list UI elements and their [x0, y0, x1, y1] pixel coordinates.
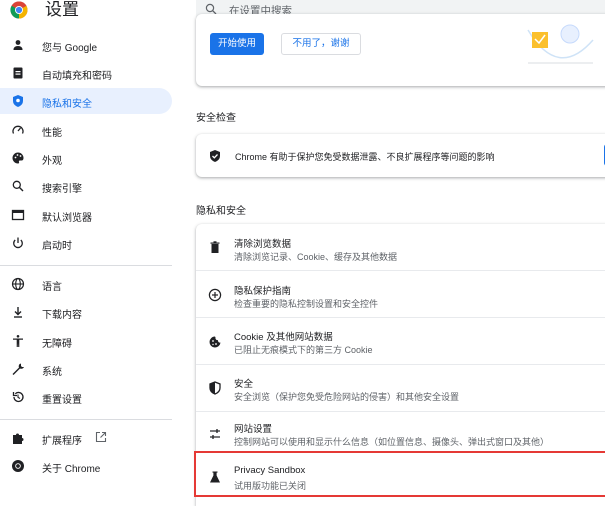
- download-icon: [14, 307, 22, 318]
- start-button[interactable]: 开始使用: [210, 33, 264, 55]
- safety-check-title: 安全检查: [196, 113, 236, 124]
- sidebar-item-label: 您与 Google: [42, 43, 98, 54]
- row-subtitle: 安全浏览（保护您免受危险网站的侵害）和其他安全设置: [234, 392, 460, 402]
- sidebar-divider: [0, 265, 172, 266]
- sidebar-item-downloads[interactable]: 下载内容: [0, 299, 172, 325]
- sidebar-item-accessibility[interactable]: 无障碍: [0, 328, 172, 354]
- reset-icon: [12, 391, 24, 403]
- sidebar-item-search-engine[interactable]: 搜索引擎: [0, 173, 172, 199]
- sidebar-item-languages[interactable]: 语言: [0, 271, 172, 297]
- page-title: 设置: [45, 0, 79, 19]
- sidebar-item-on-startup[interactable]: 启动时: [0, 230, 172, 256]
- search-icon: [12, 180, 24, 192]
- compass-plus-icon: [208, 288, 222, 302]
- sidebar-item-label: 无障碍: [42, 339, 72, 350]
- person-icon: [13, 40, 23, 50]
- row-title: 清除浏览数据: [234, 239, 292, 250]
- decline-button[interactable]: 不用了，谢谢: [281, 33, 361, 55]
- puzzle-icon: [13, 433, 24, 444]
- sliders-icon: [210, 429, 220, 439]
- speedometer-icon: [12, 125, 24, 134]
- sidebar-divider: [0, 419, 172, 420]
- safety-check-text: Chrome 有助于保护您免受数据泄露、不良扩展程序等问题的影响: [235, 152, 495, 162]
- cookies-row[interactable]: Cookie 及其他网站数据 已阻止无痕模式下的第三方 Cookie: [196, 318, 605, 364]
- sidebar-item-label: 隐私和安全: [42, 99, 92, 110]
- power-icon: [13, 237, 23, 249]
- sidebar-item-label: 下载内容: [42, 310, 82, 321]
- sidebar-item-autofill[interactable]: 自动填充和密码: [0, 60, 172, 86]
- highlight-box: [194, 451, 605, 497]
- sidebar-item-appearance[interactable]: 外观: [0, 145, 172, 171]
- sidebar-item-label: 重置设置: [42, 395, 82, 406]
- open-in-new-icon: [95, 431, 107, 443]
- shield-outline-icon: [209, 381, 221, 395]
- safety-check-card: Chrome 有助于保护您免受数据泄露、不良扩展程序等问题的影响: [196, 134, 605, 177]
- chrome-icon: [12, 460, 24, 472]
- row-subtitle: 检查重要的隐私控制设置和安全控件: [234, 299, 379, 309]
- accessibility-icon: [13, 335, 23, 347]
- cookie-icon: [209, 336, 221, 348]
- wrench-icon: [12, 363, 24, 375]
- sidebar-item-label: 关于 Chrome: [42, 464, 101, 475]
- sidebar-item-label: 默认浏览器: [42, 213, 92, 224]
- sidebar-item-about-chrome[interactable]: 关于 Chrome: [0, 453, 172, 479]
- sidebar-item-label: 自动填充和密码: [42, 71, 112, 82]
- promo-illustration: [527, 24, 594, 64]
- security-row[interactable]: 安全 安全浏览（保护您免受危险网站的侵害）和其他安全设置: [196, 365, 605, 411]
- sidebar-item-label: 系统: [42, 367, 62, 378]
- sidebar-item-label: 性能: [42, 128, 62, 139]
- sidebar-item-extensions[interactable]: 扩展程序: [0, 425, 172, 451]
- row-title: 隐私保护指南: [234, 286, 292, 297]
- sidebar-item-label: 语言: [42, 282, 62, 293]
- chrome-logo-icon: [10, 1, 28, 19]
- sidebar-item-label: 扩展程序: [42, 436, 82, 447]
- shield-check-icon: [210, 150, 220, 162]
- sidebar-item-reset-settings[interactable]: 重置设置: [0, 384, 172, 410]
- privacy-section-title: 隐私和安全: [196, 206, 246, 217]
- privacy-guide-row[interactable]: 隐私保护指南 检查重要的隐私控制设置和安全控件: [196, 271, 605, 317]
- globe-icon: [11, 277, 25, 291]
- sidebar-item-performance[interactable]: 性能: [0, 117, 172, 143]
- sidebar-item-label: 搜索引擎: [42, 184, 82, 195]
- row-title: Cookie 及其他网站数据: [234, 332, 333, 343]
- trash-icon: [210, 241, 220, 253]
- sidebar-item-label: 外观: [42, 156, 62, 167]
- row-subtitle: 控制网站可以使用和显示什么信息（如位置信息、摄像头、弹出式窗口及其他）: [234, 437, 550, 447]
- clipboard-icon: [13, 67, 23, 79]
- row-title: 安全: [234, 379, 254, 390]
- browser-icon: [11, 209, 25, 221]
- clear-browsing-data-row[interactable]: 清除浏览数据 清除浏览记录、Cookie、缓存及其他数据: [196, 224, 605, 270]
- sidebar-item-label: 启动时: [42, 241, 72, 252]
- row-subtitle: 已阻止无痕模式下的第三方 Cookie: [234, 345, 373, 355]
- shield-icon: [13, 95, 23, 107]
- sidebar-item-system[interactable]: 系统: [0, 356, 172, 382]
- sidebar-item-default-browser[interactable]: 默认浏览器: [0, 202, 172, 228]
- row-title: 网站设置: [234, 424, 273, 435]
- row-subtitle: 清除浏览记录、Cookie、缓存及其他数据: [234, 252, 398, 262]
- sidebar-item-privacy[interactable]: 隐私和安全: [0, 88, 172, 114]
- palette-icon: [12, 152, 24, 164]
- sidebar-item-you-and-google[interactable]: 您与 Google: [0, 32, 172, 58]
